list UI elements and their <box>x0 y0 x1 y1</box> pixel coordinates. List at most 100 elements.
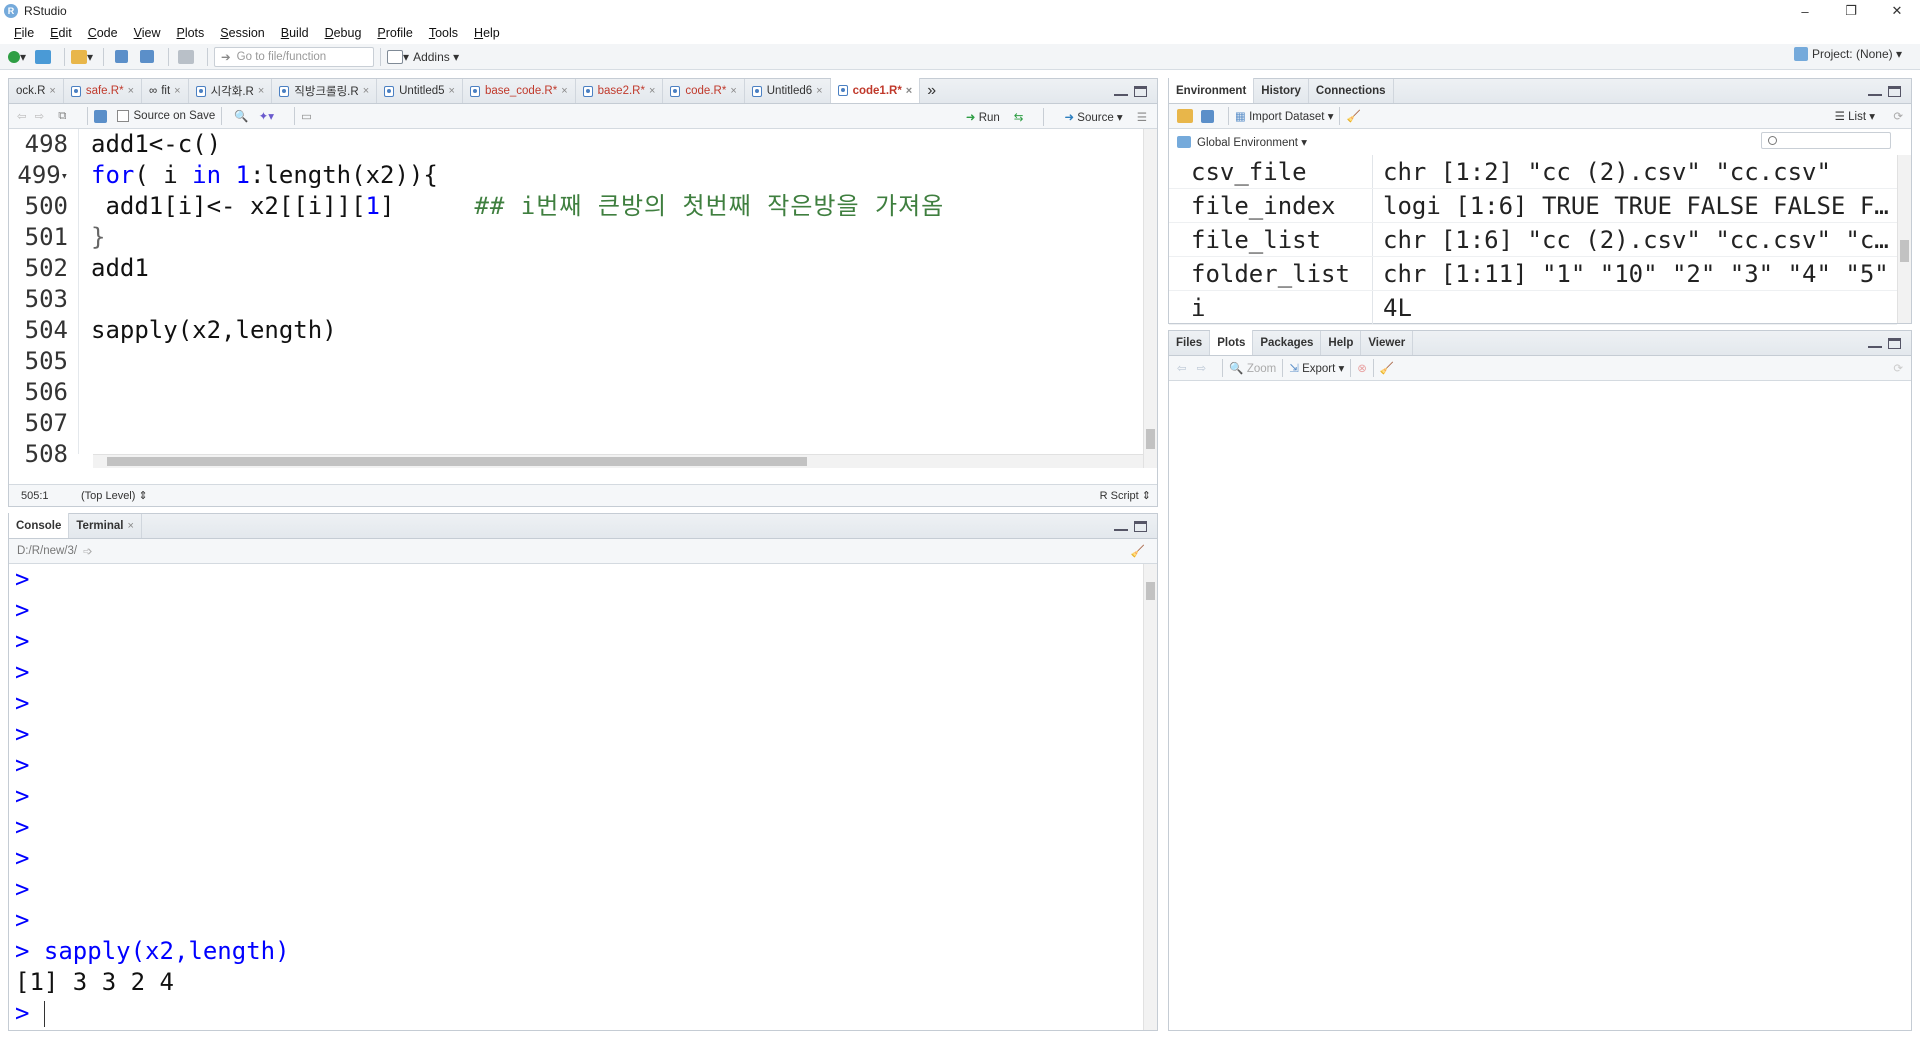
table-row[interactable]: file_list chr [1:6] "cc (2).csv" "cc.csv"… <box>1169 223 1897 257</box>
minimize-pane-icon[interactable] <box>1114 86 1128 96</box>
tab-viewer[interactable]: Viewer <box>1361 331 1414 355</box>
source-on-save-checkbox[interactable] <box>116 110 129 122</box>
close-icon[interactable]: × <box>649 85 655 97</box>
close-icon[interactable]: × <box>128 85 134 97</box>
close-icon[interactable]: × <box>49 85 55 97</box>
project-menu[interactable]: Project: (None) ▾ <box>1793 47 1902 61</box>
new-project-button[interactable] <box>32 47 54 67</box>
console-input-line[interactable]: > <box>15 998 1143 1029</box>
editor-tab[interactable]: 직방크롤링.R × <box>272 79 378 103</box>
menu-code[interactable]: Code <box>80 22 126 44</box>
close-icon[interactable]: × <box>561 85 567 97</box>
fold-icon[interactable]: ▾ <box>61 169 68 183</box>
tab-connections[interactable]: Connections <box>1309 79 1394 103</box>
refresh-icon[interactable]: ⟳ <box>1893 361 1903 375</box>
editor-tab-active[interactable]: code1.R* × <box>830 78 921 103</box>
workspace-panes-button[interactable]: ▾ <box>387 47 409 67</box>
open-file-button[interactable]: ▾ <box>71 47 93 67</box>
menu-session[interactable]: Session <box>212 22 272 44</box>
editor-tab[interactable]: base_code.R* × <box>463 79 576 103</box>
environment-search-input[interactable] <box>1761 132 1891 149</box>
console-output[interactable]: > > > > > > > > > > > > > sapply(x2,leng… <box>9 564 1143 1030</box>
import-dataset-button[interactable]: ▦ Import Dataset ▾ <box>1235 109 1333 123</box>
file-type-selector[interactable]: R Script ⇕ <box>1100 489 1151 502</box>
restore-button[interactable]: ❐ <box>1828 0 1874 22</box>
show-in-window-icon[interactable]: ⧉ <box>58 110 66 123</box>
table-row[interactable]: folder_list chr [1:11] "1" "10" "2" "3" "… <box>1169 257 1897 291</box>
maximize-pane-icon[interactable] <box>1134 521 1147 532</box>
next-plot-icon[interactable]: ⇨ <box>1197 361 1207 375</box>
minimize-pane-icon[interactable] <box>1868 86 1882 96</box>
close-icon[interactable]: × <box>258 85 264 97</box>
editor-tab[interactable]: 시각화.R × <box>189 79 273 103</box>
maximize-pane-icon[interactable] <box>1888 338 1901 349</box>
search-icon[interactable]: 🔍 <box>234 109 248 123</box>
console-vertical-scrollbar[interactable] <box>1143 564 1157 1030</box>
save-workspace-icon[interactable] <box>1201 109 1214 123</box>
tab-environment[interactable]: Environment <box>1169 78 1255 103</box>
zoom-button[interactable]: 🔍 Zoom <box>1229 361 1276 375</box>
goto-file-input[interactable]: ➔ Go to file/function <box>214 46 375 67</box>
menu-help[interactable]: Help <box>466 22 508 44</box>
close-icon[interactable]: × <box>730 85 736 97</box>
forward-arrow-icon[interactable]: ⇨ <box>35 109 45 123</box>
editor-tab[interactable]: ock.R × <box>9 79 64 103</box>
close-button[interactable]: ✕ <box>1874 0 1920 22</box>
back-arrow-icon[interactable]: ⇦ <box>17 109 27 123</box>
refresh-icon[interactable]: ⟳ <box>1893 109 1903 123</box>
remove-plot-icon[interactable]: ⊗ <box>1357 361 1367 375</box>
save-icon[interactable] <box>93 109 107 123</box>
menu-tools[interactable]: Tools <box>421 22 466 44</box>
print-button[interactable] <box>175 47 197 67</box>
addins-button[interactable]: Addins ▾ <box>413 47 459 67</box>
menu-edit[interactable]: Edit <box>42 22 80 44</box>
menu-profile[interactable]: Profile <box>369 22 420 44</box>
close-icon[interactable]: × <box>816 85 822 97</box>
run-button[interactable]: ➜ Run <box>966 110 1000 124</box>
editor-vertical-scrollbar[interactable] <box>1143 129 1157 468</box>
environment-vertical-scrollbar[interactable] <box>1897 155 1911 323</box>
load-workspace-icon[interactable] <box>1177 109 1193 123</box>
tab-terminal[interactable]: Terminal × <box>69 514 142 538</box>
tab-console[interactable]: Console <box>9 513 70 538</box>
tab-overflow-button[interactable]: » <box>920 79 943 103</box>
editor-tab[interactable]: Untitled5 × <box>377 79 463 103</box>
editor-tab[interactable]: safe.R* × <box>64 79 142 103</box>
table-row[interactable]: file_index logi [1:6] TRUE TRUE FALSE FAL… <box>1169 189 1897 223</box>
scope-selector[interactable]: Global Environment ▾ <box>1197 135 1307 149</box>
menu-file[interactable]: File <box>6 22 42 44</box>
editor-tab[interactable]: ∞ fit × <box>142 79 189 103</box>
clear-console-icon[interactable]: 🧹 <box>1131 544 1145 558</box>
close-icon[interactable]: × <box>363 85 369 97</box>
horizontal-scrollbar[interactable] <box>93 454 1143 468</box>
tab-history[interactable]: History <box>1254 79 1309 103</box>
maximize-pane-icon[interactable] <box>1888 86 1901 97</box>
previous-plot-icon[interactable]: ⇦ <box>1177 361 1187 375</box>
menu-plots[interactable]: Plots <box>168 22 212 44</box>
rerun-button[interactable]: ⇆ <box>1014 110 1024 124</box>
minimize-pane-icon[interactable] <box>1868 338 1882 348</box>
new-file-button[interactable]: ▾ <box>6 47 28 67</box>
close-icon[interactable]: × <box>127 520 133 532</box>
tab-plots[interactable]: Plots <box>1210 330 1254 355</box>
clear-workspace-icon[interactable]: 🧹 <box>1346 109 1360 123</box>
close-icon[interactable]: × <box>174 85 180 97</box>
tab-packages[interactable]: Packages <box>1253 331 1322 355</box>
minimize-button[interactable]: – <box>1782 0 1828 22</box>
save-all-button[interactable] <box>136 47 158 67</box>
maximize-pane-icon[interactable] <box>1134 86 1147 97</box>
minimize-pane-icon[interactable] <box>1114 521 1128 531</box>
scrollbar-thumb[interactable] <box>1900 240 1909 262</box>
editor-tab[interactable]: code.R* × <box>663 79 745 103</box>
menu-debug[interactable]: Debug <box>317 22 370 44</box>
editor-tab[interactable]: Untitled6 × <box>745 79 831 103</box>
table-row[interactable]: csv_file chr [1:2] "cc (2).csv" "cc.csv" <box>1169 155 1897 189</box>
go-to-directory-icon[interactable]: ➩ <box>83 544 93 558</box>
export-button[interactable]: ⇲ Export ▾ <box>1289 361 1344 375</box>
table-row[interactable]: i 4L <box>1169 291 1897 325</box>
source-button[interactable]: ➜ Source ▾ <box>1064 110 1122 124</box>
magic-wand-icon[interactable]: ✦▾ <box>259 109 274 123</box>
editor-tab[interactable]: base2.R* × <box>576 79 664 103</box>
clear-plots-icon[interactable]: 🧹 <box>1380 361 1394 375</box>
scrollbar-thumb[interactable] <box>107 457 807 466</box>
